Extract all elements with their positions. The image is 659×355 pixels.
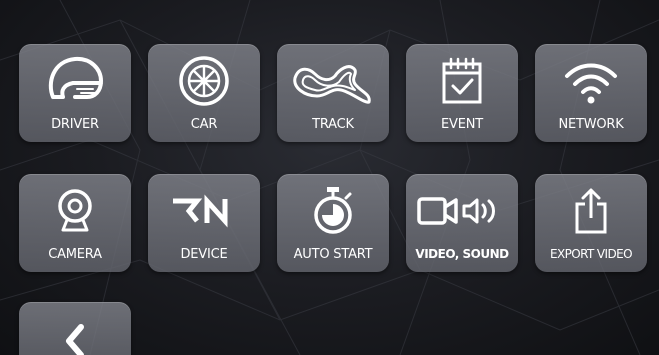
track-button[interactable]: TRACK [277,44,389,142]
car-label: CAR [190,117,218,132]
wifi-icon [535,50,647,112]
event-button[interactable]: EVENT [406,44,518,142]
driver-button[interactable]: DRIVER [19,44,131,142]
driver-label: DRIVER [51,117,99,132]
device-label: DEVICE [180,247,228,262]
event-label: EVENT [441,117,483,132]
device-button[interactable]: DEVICE [148,174,260,272]
track-label: TRACK [312,117,354,132]
wheel-icon [148,50,260,112]
network-button[interactable]: NETWORK [535,44,647,142]
calendar-check-icon [406,50,518,112]
stopwatch-icon [277,180,389,242]
rn-logo-icon [148,180,260,242]
webcam-icon [19,180,131,242]
export-video-button[interactable]: EXPORT VIDEO [535,174,647,272]
network-label: NETWORK [558,117,624,132]
video-sound-button[interactable]: VIDEO, SOUND [406,174,518,272]
back-button[interactable] [19,302,131,355]
video-sound-label: VIDEO, SOUND [415,247,509,261]
car-button[interactable]: CAR [148,44,260,142]
export-icon [535,180,647,242]
settings-screen: DRIVER CAR TRACK EVENT NETWORK CAMERA DE… [0,0,659,355]
camera-button[interactable]: CAMERA [19,174,131,272]
helmet-icon [19,50,131,112]
chevron-left-icon [19,316,131,355]
auto-start-button[interactable]: AUTO START [277,174,389,272]
track-icon [277,50,389,112]
auto-start-label: AUTO START [293,247,373,262]
export-video-label: EXPORT VIDEO [550,247,633,261]
video-sound-icon [406,180,518,242]
camera-label: CAMERA [48,247,102,262]
